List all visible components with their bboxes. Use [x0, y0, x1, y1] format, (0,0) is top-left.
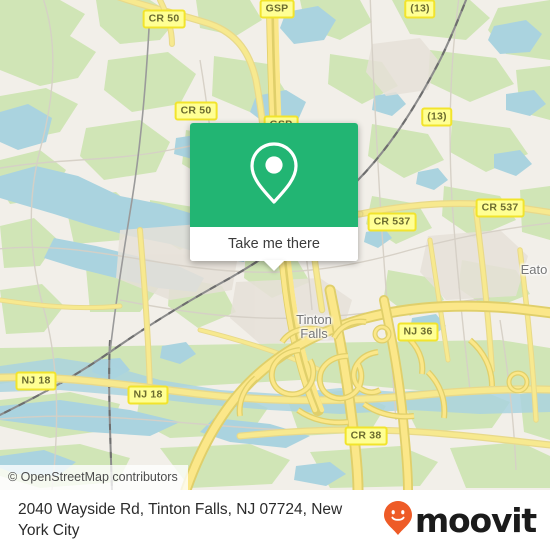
- map-pin-icon: [248, 141, 300, 210]
- moovit-smiley-pin-icon: [383, 500, 413, 541]
- popup-tail-pointer: [263, 260, 285, 271]
- osm-attribution[interactable]: © OpenStreetMap contributors: [0, 465, 188, 490]
- road-shield: NJ 18: [127, 385, 169, 405]
- map-viewport[interactable]: CR 50 GSP (13) CR 50 GSP (13) CR 537 CR …: [0, 0, 550, 490]
- take-me-there-label: Take me there: [228, 236, 320, 252]
- map-popup-card[interactable]: Take me there: [190, 123, 358, 271]
- address-text: 2040 Wayside Rd, Tinton Falls, NJ 07724,…: [18, 501, 343, 539]
- popup-header: [190, 123, 358, 227]
- road-shield: NJ 18: [15, 371, 57, 391]
- road-shield: CR 38: [344, 426, 388, 446]
- footer-bar: 2040 Wayside Rd, Tinton Falls, NJ 07724,…: [0, 490, 550, 550]
- road-shield: NJ 36: [397, 322, 439, 342]
- road-shield: GSP: [259, 0, 295, 19]
- road-shield: (13): [421, 107, 453, 127]
- map-page: CR 50 GSP (13) CR 50 GSP (13) CR 537 CR …: [0, 0, 550, 550]
- road-shield: CR 537: [367, 212, 417, 232]
- road-shield: CR 50: [174, 101, 218, 121]
- popup-footer[interactable]: Take me there: [190, 227, 358, 271]
- moovit-wordmark: moovit: [414, 500, 537, 540]
- road-shield: CR 537: [475, 198, 525, 218]
- road-shield: (13): [404, 0, 436, 19]
- moovit-logo[interactable]: moovit: [383, 500, 537, 541]
- road-shield: CR 50: [142, 9, 186, 29]
